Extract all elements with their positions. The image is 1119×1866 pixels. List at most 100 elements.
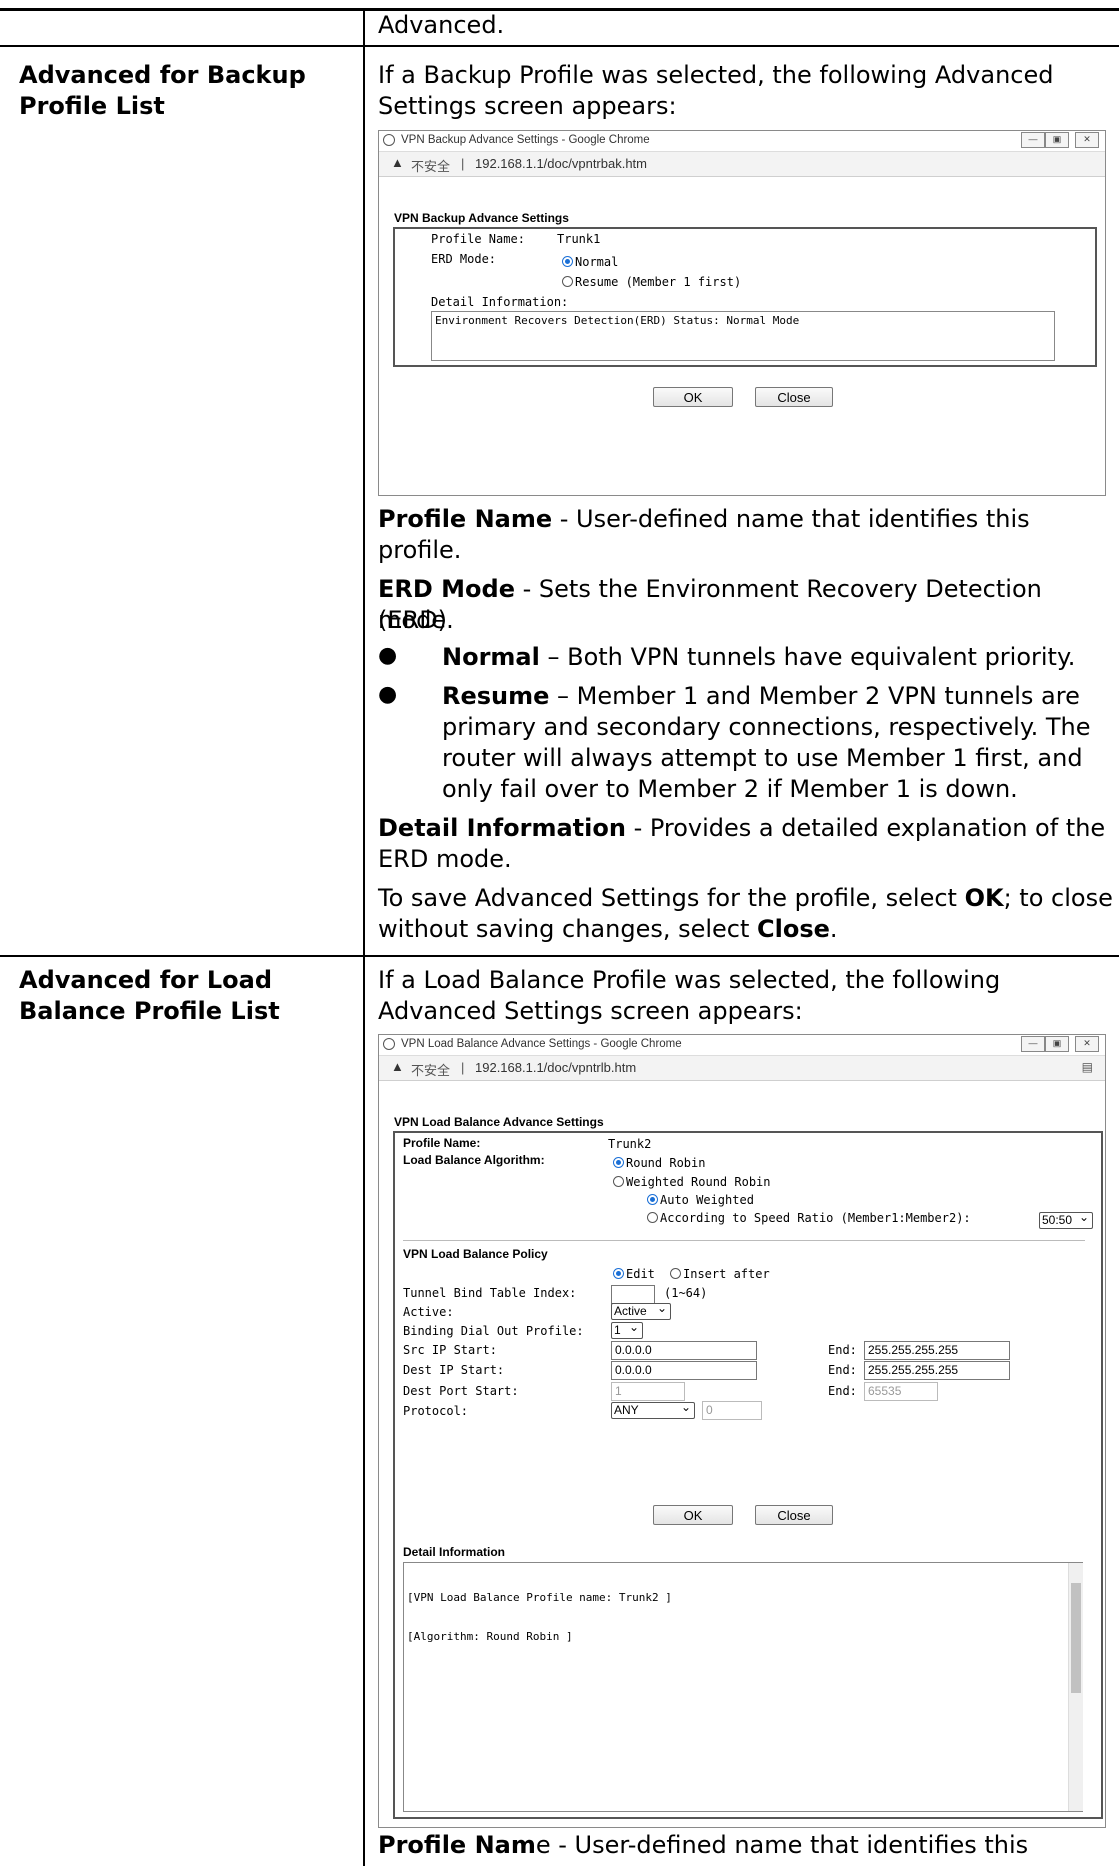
src-ip-start-label: Src IP Start: — [403, 1343, 497, 1357]
desc-text: To save Advanced Settings for the profil… — [378, 884, 965, 912]
radio-selected-icon[interactable] — [613, 1268, 624, 1279]
desc-text: ; to close — [1003, 884, 1113, 912]
radio-selected-icon[interactable] — [647, 1194, 658, 1205]
tunnel-bind-index-input[interactable] — [611, 1285, 655, 1304]
backup-detail-desc-line1: Detail Information - Provides a detailed… — [378, 813, 1113, 844]
profile-name-value: Trunk2 — [608, 1137, 652, 1151]
src-ip-start-input[interactable]: 0.0.0.0 — [611, 1341, 757, 1360]
divider — [403, 1240, 1085, 1241]
speed-ratio-option[interactable]: According to Speed Ratio (Member1:Member… — [647, 1211, 971, 1225]
bullet-resume-line1: Resume – Member 1 and Member 2 VPN tunne… — [442, 681, 1112, 712]
backup-profile-name-desc-line1: Profile Name - User-defined name that id… — [378, 504, 1113, 535]
desc-text: e — [535, 1831, 551, 1859]
detail-information-textarea[interactable]: Environment Recovers Detection(ERD) Stat… — [431, 311, 1055, 361]
auto-weighted-label: Auto Weighted — [660, 1193, 754, 1207]
maximize-icon[interactable]: ▣ — [1045, 1036, 1069, 1052]
binding-dial-out-label: Binding Dial Out Profile: — [403, 1324, 584, 1338]
radio-selected-icon[interactable] — [562, 256, 573, 267]
term-resume: Resume — [442, 682, 550, 710]
profile-name-value: Trunk1 — [557, 232, 601, 246]
protocol-select[interactable]: ANY — [611, 1400, 695, 1419]
detail-information-label: Detail Information: — [431, 295, 569, 309]
load-balance-settings-window: VPN Load Balance Advance Settings - Goog… — [378, 1034, 1106, 1828]
address-url: 192.168.1.1/doc/vpntrlb.htm — [475, 1060, 637, 1075]
minimize-icon[interactable]: — — [1021, 132, 1045, 148]
desc-text: - User-defined name that identifies this — [550, 1831, 1029, 1859]
window-title: VPN Backup Advance Settings - Google Chr… — [401, 134, 650, 146]
bullet-icon: ● — [378, 682, 398, 707]
lb-intro-line1: If a Load Balance Profile was selected, … — [378, 966, 1001, 994]
translate-icon[interactable]: ▤ — [1082, 1060, 1093, 1074]
scrollbar-thumb[interactable] — [1071, 1583, 1081, 1693]
binding-dial-out-select[interactable]: 1 — [611, 1320, 643, 1339]
detail-line-2: [Algorithm: Round Robin ] — [407, 1630, 573, 1643]
row-divider-lb — [0, 955, 1119, 957]
algo-round-robin-option[interactable]: Round Robin — [613, 1156, 705, 1170]
radio-unselected-icon[interactable] — [647, 1212, 658, 1223]
ok-button[interactable]: OK — [653, 387, 733, 407]
lb-profile-name-desc: Profile Name - User-defined name that id… — [378, 1830, 1113, 1861]
backup-settings-window: VPN Backup Advance Settings - Google Chr… — [378, 130, 1106, 496]
erd-normal-option[interactable]: Normal — [562, 255, 618, 269]
minimize-icon[interactable]: — — [1021, 1036, 1045, 1052]
term-profile-name: Profile Nam — [378, 1831, 536, 1859]
term-detail-information: Detail Information — [378, 814, 626, 842]
src-ip-end-input[interactable]: 255.255.255.255 — [864, 1341, 1010, 1360]
warning-icon: ▲ — [391, 155, 404, 170]
radio-selected-icon[interactable] — [613, 1157, 624, 1168]
edit-option[interactable]: Edit — [613, 1267, 655, 1281]
close-button[interactable]: Close — [755, 1505, 833, 1525]
dest-ip-start-label: Dest IP Start: — [403, 1363, 505, 1377]
term-ok: OK — [964, 884, 1004, 912]
radio-unselected-icon[interactable] — [670, 1268, 681, 1279]
window-titlebar: VPN Load Balance Advance Settings - Goog… — [379, 1035, 1105, 1055]
erd-resume-option[interactable]: Resume (Member 1 first) — [562, 275, 741, 289]
profile-name-label: Profile Name: — [403, 1136, 481, 1150]
chrome-icon — [383, 1038, 395, 1050]
dest-port-end-label: End: — [828, 1384, 857, 1398]
address-separator: | — [461, 1060, 465, 1075]
radio-unselected-icon[interactable] — [562, 276, 573, 287]
erd-mode-label: ERD Mode: — [431, 252, 497, 266]
detail-line-1: [VPN Load Balance Profile name: Trunk2 ] — [407, 1591, 672, 1604]
close-icon[interactable]: ✕ — [1075, 1036, 1099, 1052]
maximize-icon[interactable]: ▣ — [1045, 132, 1069, 148]
algo-round-robin-label: Round Robin — [626, 1156, 706, 1170]
dest-port-start-input[interactable]: 1 — [611, 1382, 685, 1401]
tunnel-bind-index-range: (1~64) — [664, 1286, 708, 1300]
chrome-icon — [383, 134, 395, 146]
desc-text: . — [829, 915, 838, 943]
insert-after-option[interactable]: Insert after — [670, 1267, 770, 1281]
detail-information-title: Detail Information — [403, 1545, 506, 1559]
detail-information-textarea[interactable]: [VPN Load Balance Profile name: Trunk2 ]… — [403, 1562, 1083, 1812]
algo-weighted-option[interactable]: Weighted Round Robin — [613, 1175, 771, 1189]
term-close: Close — [757, 915, 830, 943]
active-select[interactable]: Active — [611, 1301, 671, 1320]
dest-ip-start-input[interactable]: 0.0.0.0 — [611, 1361, 757, 1380]
auto-weighted-option[interactable]: Auto Weighted — [647, 1193, 754, 1207]
document-page: Advanced. Advanced for Backup Profile Li… — [0, 0, 1119, 1866]
close-button[interactable]: Close — [755, 387, 833, 407]
erd-normal-label: Normal — [575, 255, 619, 269]
ratio-select[interactable]: 50:50 — [1039, 1210, 1093, 1229]
policy-title: VPN Load Balance Policy — [403, 1247, 548, 1261]
desc-text: without saving changes, select — [378, 915, 758, 943]
detail-scrollbar[interactable] — [1068, 1563, 1083, 1811]
not-secure-label: 不安全 — [411, 1063, 451, 1078]
radio-unselected-icon[interactable] — [613, 1176, 624, 1187]
address-bar[interactable]: ▲ 不安全 | 192.168.1.1/doc/vpntrbak.htm — [379, 151, 1105, 177]
dest-port-end-input[interactable]: 65535 — [864, 1382, 938, 1401]
dest-ip-end-input[interactable]: 255.255.255.255 — [864, 1361, 1010, 1380]
term-erd-mode: ERD Mode — [378, 575, 515, 603]
window-controls: — ▣ ✕ — [1021, 1036, 1099, 1052]
row-label-backup-line1: Advanced for Backup — [19, 61, 306, 89]
row-label-lb-line2: Balance Profile List — [19, 997, 280, 1025]
bullet-icon: ● — [378, 643, 398, 668]
warning-icon: ▲ — [391, 1059, 404, 1074]
close-icon[interactable]: ✕ — [1075, 132, 1099, 148]
ok-button[interactable]: OK — [653, 1505, 733, 1525]
address-bar[interactable]: ▲ 不安全 | 192.168.1.1/doc/vpntrlb.htm ▤ — [379, 1055, 1105, 1081]
term-profile-name: Profile Name — [378, 505, 553, 533]
protocol-number-input[interactable]: 0 — [702, 1401, 762, 1420]
table-column-divider — [363, 8, 365, 1866]
